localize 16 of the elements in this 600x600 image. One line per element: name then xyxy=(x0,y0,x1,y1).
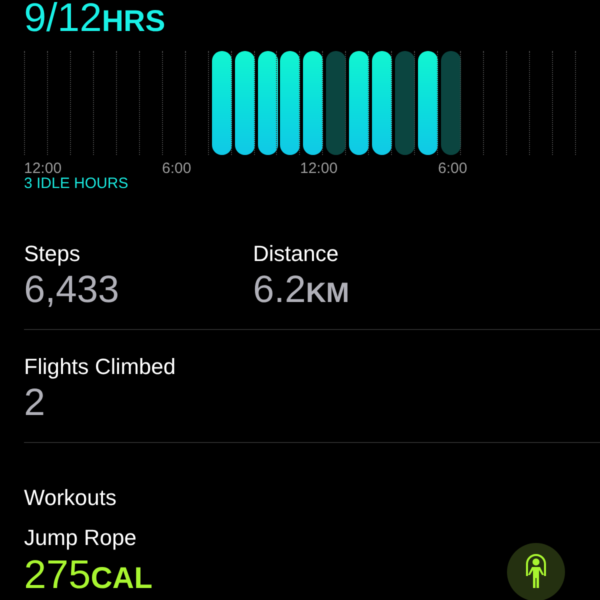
section-heading: Workouts xyxy=(24,487,117,509)
axis-label: 12:00 xyxy=(24,160,62,177)
workout-name: Jump Rope xyxy=(24,527,137,549)
metric-label: Distance xyxy=(253,243,339,265)
metric-value: 6.2KM xyxy=(253,271,350,309)
axis-label: 6:00 xyxy=(438,160,468,177)
axis-label: 6:00 xyxy=(162,160,192,177)
metric-value: 2 xyxy=(24,384,46,422)
metric-label: Flights Climbed xyxy=(24,356,176,378)
metric-value: 6,433 xyxy=(24,271,120,309)
idle-hours-note: 3 IDLE HOURS xyxy=(24,176,128,191)
stand-hours-title: 9/12HRS xyxy=(24,0,166,38)
jump-rope-figure-icon xyxy=(524,554,548,590)
axis-label: 12:00 xyxy=(300,160,338,177)
workout-calories: 275CAL xyxy=(24,555,152,595)
metric-label: Steps xyxy=(24,243,80,265)
